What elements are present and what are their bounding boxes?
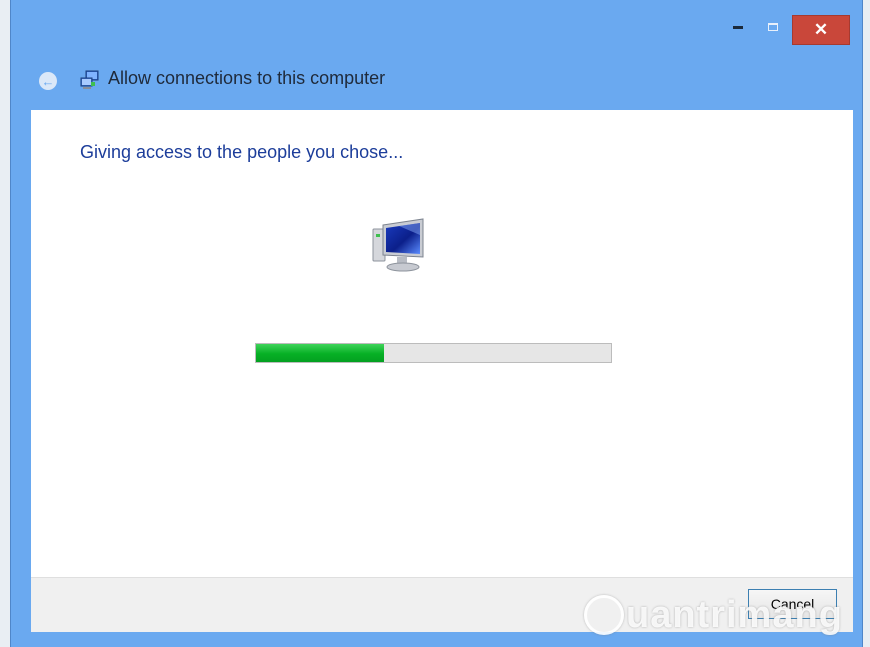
close-icon: ✕: [813, 20, 829, 39]
progress-fill: [256, 344, 384, 362]
progress-bar: [255, 343, 612, 363]
network-computers-icon: [80, 70, 99, 89]
back-arrow-icon: ←: [41, 73, 55, 89]
minimize-button[interactable]: [733, 26, 743, 29]
cancel-button[interactable]: Cancel: [748, 589, 837, 619]
wizard-footer: Cancel: [31, 577, 853, 632]
computer-icon: [372, 218, 424, 272]
status-heading: Giving access to the people you chose...: [80, 142, 404, 162]
maximize-button[interactable]: [768, 23, 778, 31]
wizard-title: Allow connections to this computer: [108, 68, 386, 88]
back-button[interactable]: ←: [39, 72, 57, 90]
wizard-window: ✕ ← Allow connections to this computer G…: [10, 0, 863, 647]
close-button[interactable]: ✕: [792, 15, 850, 45]
wizard-content: Giving access to the people you chose...: [31, 110, 853, 577]
title-bar[interactable]: ✕: [11, 0, 862, 48]
